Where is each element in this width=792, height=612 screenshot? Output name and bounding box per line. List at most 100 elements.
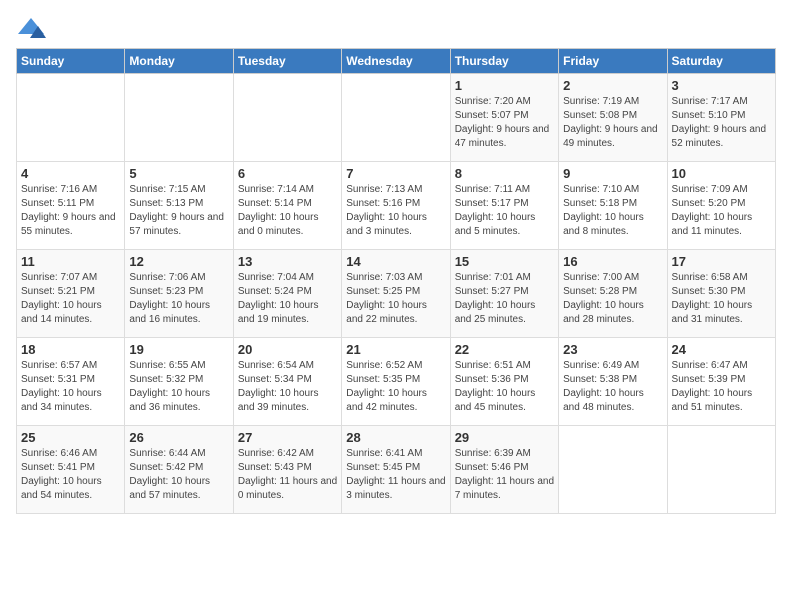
- day-number: 5: [129, 166, 228, 181]
- day-info: Sunrise: 6:44 AM Sunset: 5:42 PM Dayligh…: [129, 447, 228, 503]
- day-number: 11: [21, 254, 120, 269]
- day-info: Sunrise: 7:04 AM Sunset: 5:24 PM Dayligh…: [238, 271, 337, 327]
- calendar-cell: 9 Sunrise: 7:10 AM Sunset: 5:18 PM Daylig…: [559, 162, 667, 250]
- calendar-week-row: 11Sunrise: 7:07 AM Sunset: 5:21 PM Dayli…: [17, 250, 776, 338]
- day-number: 2: [563, 78, 662, 93]
- calendar-cell: [125, 74, 233, 162]
- day-info: Sunrise: 7:19 AM Sunset: 5:08 PM Dayligh…: [563, 95, 662, 151]
- weekday-header: Thursday: [450, 49, 558, 74]
- day-number: 1: [455, 78, 554, 93]
- calendar-cell: [17, 74, 125, 162]
- calendar-cell: [342, 74, 450, 162]
- day-info: Sunrise: 6:39 AM Sunset: 5:46 PM Dayligh…: [455, 447, 554, 503]
- day-number: 23: [563, 342, 662, 357]
- day-number: 9: [563, 166, 662, 181]
- calendar-cell: 23 Sunrise: 6:49 AM Sunset: 5:38 PM Dayli…: [559, 338, 667, 426]
- day-number: 7: [346, 166, 445, 181]
- day-info: Sunrise: 7:16 AM Sunset: 5:11 PM Dayligh…: [21, 183, 120, 239]
- calendar-cell: 8 Sunrise: 7:11 AM Sunset: 5:17 PM Daylig…: [450, 162, 558, 250]
- day-info: Sunrise: 7:10 AM Sunset: 5:18 PM Dayligh…: [563, 183, 662, 239]
- calendar-cell: 22 Sunrise: 6:51 AM Sunset: 5:36 PM Dayli…: [450, 338, 558, 426]
- day-info: Sunrise: 6:51 AM Sunset: 5:36 PM Dayligh…: [455, 359, 554, 415]
- calendar-cell: 14 Sunrise: 7:03 AM Sunset: 5:25 PM Dayli…: [342, 250, 450, 338]
- day-info: Sunrise: 6:46 AM Sunset: 5:41 PM Dayligh…: [21, 447, 120, 503]
- calendar-cell: 20 Sunrise: 6:54 AM Sunset: 5:34 PM Dayli…: [233, 338, 341, 426]
- calendar-cell: 3 Sunrise: 7:17 AM Sunset: 5:10 PM Daylig…: [667, 74, 775, 162]
- day-info: Sunrise: 6:58 AM Sunset: 5:30 PM Dayligh…: [672, 271, 771, 327]
- calendar-cell: 5 Sunrise: 7:15 AM Sunset: 5:13 PM Daylig…: [125, 162, 233, 250]
- calendar-cell: 25 Sunrise: 6:46 AM Sunset: 5:41 PM Dayli…: [17, 426, 125, 514]
- day-number: 4: [21, 166, 120, 181]
- logo: [16, 16, 50, 40]
- day-number: 12: [129, 254, 228, 269]
- day-number: 8: [455, 166, 554, 181]
- calendar-table: SundayMondayTuesdayWednesdayThursdayFrid…: [16, 48, 776, 514]
- calendar-week-row: 25 Sunrise: 6:46 AM Sunset: 5:41 PM Dayli…: [17, 426, 776, 514]
- day-info: Sunrise: 6:41 AM Sunset: 5:45 PM Dayligh…: [346, 447, 445, 503]
- day-number: 21: [346, 342, 445, 357]
- calendar-cell: 1 Sunrise: 7:20 AM Sunset: 5:07 PM Daylig…: [450, 74, 558, 162]
- logo-icon: [16, 16, 46, 40]
- day-number: 10: [672, 166, 771, 181]
- calendar-cell: 4 Sunrise: 7:16 AM Sunset: 5:11 PM Daylig…: [17, 162, 125, 250]
- calendar-cell: 15 Sunrise: 7:01 AM Sunset: 5:27 PM Dayli…: [450, 250, 558, 338]
- day-number: 28: [346, 430, 445, 445]
- day-info: Sunrise: 7:14 AM Sunset: 5:14 PM Dayligh…: [238, 183, 337, 239]
- weekday-header-row: SundayMondayTuesdayWednesdayThursdayFrid…: [17, 49, 776, 74]
- day-number: 20: [238, 342, 337, 357]
- day-number: 25: [21, 430, 120, 445]
- day-info: Sunrise: 7:00 AM Sunset: 5:28 PM Dayligh…: [563, 271, 662, 327]
- day-number: 13: [238, 254, 337, 269]
- day-number: 24: [672, 342, 771, 357]
- calendar-cell: 29 Sunrise: 6:39 AM Sunset: 5:46 PM Dayli…: [450, 426, 558, 514]
- day-number: 27: [238, 430, 337, 445]
- day-info: Sunrise: 7:17 AM Sunset: 5:10 PM Dayligh…: [672, 95, 771, 151]
- calendar-cell: [559, 426, 667, 514]
- calendar-cell: 27 Sunrise: 6:42 AM Sunset: 5:43 PM Dayli…: [233, 426, 341, 514]
- weekday-header: Tuesday: [233, 49, 341, 74]
- day-info: Sunrise: 6:57 AM Sunset: 5:31 PM Dayligh…: [21, 359, 120, 415]
- day-number: 18: [21, 342, 120, 357]
- calendar-cell: 7 Sunrise: 7:13 AM Sunset: 5:16 PM Daylig…: [342, 162, 450, 250]
- day-info: Sunrise: 6:42 AM Sunset: 5:43 PM Dayligh…: [238, 447, 337, 503]
- day-number: 6: [238, 166, 337, 181]
- calendar-cell: 24 Sunrise: 6:47 AM Sunset: 5:39 PM Dayli…: [667, 338, 775, 426]
- calendar-week-row: 1 Sunrise: 7:20 AM Sunset: 5:07 PM Daylig…: [17, 74, 776, 162]
- calendar-cell: 16 Sunrise: 7:00 AM Sunset: 5:28 PM Dayli…: [559, 250, 667, 338]
- day-number: 29: [455, 430, 554, 445]
- calendar-cell: 11Sunrise: 7:07 AM Sunset: 5:21 PM Dayli…: [17, 250, 125, 338]
- calendar-cell: 12 Sunrise: 7:06 AM Sunset: 5:23 PM Dayli…: [125, 250, 233, 338]
- day-number: 14: [346, 254, 445, 269]
- day-number: 3: [672, 78, 771, 93]
- day-info: Sunrise: 6:52 AM Sunset: 5:35 PM Dayligh…: [346, 359, 445, 415]
- day-info: Sunrise: 7:15 AM Sunset: 5:13 PM Dayligh…: [129, 183, 228, 239]
- day-info: Sunrise: 7:09 AM Sunset: 5:20 PM Dayligh…: [672, 183, 771, 239]
- day-number: 16: [563, 254, 662, 269]
- day-info: Sunrise: 6:54 AM Sunset: 5:34 PM Dayligh…: [238, 359, 337, 415]
- calendar-cell: 21 Sunrise: 6:52 AM Sunset: 5:35 PM Dayli…: [342, 338, 450, 426]
- day-info: Sunrise: 7:01 AM Sunset: 5:27 PM Dayligh…: [455, 271, 554, 327]
- weekday-header: Monday: [125, 49, 233, 74]
- calendar-cell: 10 Sunrise: 7:09 AM Sunset: 5:20 PM Dayli…: [667, 162, 775, 250]
- calendar-week-row: 4 Sunrise: 7:16 AM Sunset: 5:11 PM Daylig…: [17, 162, 776, 250]
- calendar-cell: [233, 74, 341, 162]
- weekday-header: Friday: [559, 49, 667, 74]
- page-header: [16, 16, 776, 40]
- calendar-cell: 13 Sunrise: 7:04 AM Sunset: 5:24 PM Dayli…: [233, 250, 341, 338]
- day-number: 26: [129, 430, 228, 445]
- weekday-header: Wednesday: [342, 49, 450, 74]
- day-info: Sunrise: 6:49 AM Sunset: 5:38 PM Dayligh…: [563, 359, 662, 415]
- day-info: Sunrise: 7:11 AM Sunset: 5:17 PM Dayligh…: [455, 183, 554, 239]
- day-number: 22: [455, 342, 554, 357]
- calendar-cell: 17Sunrise: 6:58 AM Sunset: 5:30 PM Dayli…: [667, 250, 775, 338]
- day-info: Sunrise: 7:03 AM Sunset: 5:25 PM Dayligh…: [346, 271, 445, 327]
- day-info: Sunrise: 7:06 AM Sunset: 5:23 PM Dayligh…: [129, 271, 228, 327]
- calendar-cell: 18 Sunrise: 6:57 AM Sunset: 5:31 PM Dayli…: [17, 338, 125, 426]
- day-info: Sunrise: 7:20 AM Sunset: 5:07 PM Dayligh…: [455, 95, 554, 151]
- day-info: Sunrise: 6:47 AM Sunset: 5:39 PM Dayligh…: [672, 359, 771, 415]
- weekday-header: Saturday: [667, 49, 775, 74]
- day-number: 15: [455, 254, 554, 269]
- calendar-cell: 6 Sunrise: 7:14 AM Sunset: 5:14 PM Daylig…: [233, 162, 341, 250]
- day-info: Sunrise: 7:13 AM Sunset: 5:16 PM Dayligh…: [346, 183, 445, 239]
- day-number: 19: [129, 342, 228, 357]
